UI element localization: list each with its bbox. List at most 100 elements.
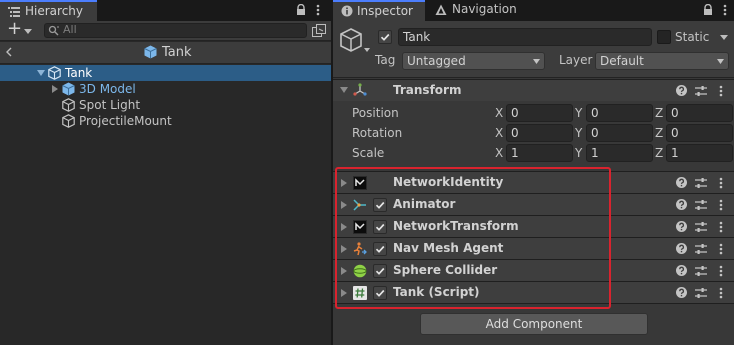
preset-sliders-icon[interactable] (695, 221, 707, 233)
hierarchy-item-label: 3D Model (79, 82, 136, 96)
gameobject-cube-icon (62, 98, 75, 112)
hierarchy-item-label: Tank (65, 66, 93, 80)
help-icon[interactable] (676, 265, 687, 276)
search-input[interactable]: All (44, 23, 307, 38)
active-checkbox[interactable] (378, 30, 392, 44)
preset-sliders-icon[interactable] (695, 199, 707, 211)
gameobject-cube-icon (62, 114, 75, 128)
position-z-field[interactable]: 0 (666, 104, 733, 122)
hierarchy-row-3d-model[interactable]: 3D Model (0, 81, 331, 97)
axis-x-label: X (495, 146, 504, 160)
gameobject-cube-icon (48, 66, 61, 80)
chevron-down-icon[interactable] (720, 35, 728, 40)
tag-label: Tag (375, 53, 396, 67)
chevron-down-icon[interactable] (364, 48, 370, 52)
kebab-menu-icon[interactable] (719, 85, 723, 97)
prefab-cube-icon (62, 82, 75, 96)
preset-sliders-icon[interactable] (695, 243, 707, 255)
hierarchy-item-label: Spot Light (79, 98, 141, 112)
kebab-menu-icon[interactable] (719, 287, 723, 299)
rotation-x-field[interactable]: 0 (506, 124, 573, 142)
axis-y-label: Y (575, 126, 583, 140)
scale-z-field[interactable]: 1 (666, 144, 733, 162)
scale-y-field[interactable]: 1 (586, 144, 653, 162)
tab-inspector[interactable]: Inspector (333, 0, 425, 21)
kebab-menu-icon[interactable] (723, 4, 727, 16)
axis-y-label: Y (575, 106, 583, 120)
object-name-field[interactable]: Tank (398, 28, 652, 46)
field-value: 1 (511, 146, 519, 160)
transform-row-scale: Scale X 1 Y 1 Z 1 (333, 143, 734, 163)
field-value: 0 (511, 126, 519, 140)
kebab-menu-icon[interactable] (719, 177, 723, 189)
axis-x-label: X (495, 106, 504, 120)
hierarchy-row-spot-light[interactable]: Spot Light (0, 97, 331, 113)
scale-x-field[interactable]: 1 (506, 144, 573, 162)
layer-dropdown[interactable]: Default (595, 52, 729, 70)
chevron-down-icon (717, 59, 724, 64)
kebab-menu-icon[interactable] (719, 199, 723, 211)
back-chevron-icon[interactable] (6, 47, 12, 57)
expanded-arrow-icon[interactable] (340, 87, 348, 93)
help-icon[interactable] (676, 85, 687, 96)
search-placeholder: All (63, 23, 77, 36)
search-icon (48, 25, 60, 36)
transform-title: Transform (393, 83, 462, 97)
help-icon[interactable] (676, 243, 687, 254)
hierarchy-item-label: ProjectileMount (79, 114, 172, 128)
lock-icon[interactable] (296, 4, 306, 16)
tag-dropdown[interactable]: Untagged (402, 52, 545, 70)
row-label: Rotation (352, 126, 403, 140)
lock-icon[interactable] (703, 4, 713, 16)
position-y-field[interactable]: 0 (586, 104, 653, 122)
transform-header[interactable]: Transform (333, 79, 734, 101)
transform-icon (353, 83, 367, 97)
help-icon[interactable] (676, 177, 687, 188)
rotation-y-field[interactable]: 0 (586, 124, 653, 142)
kebab-menu-icon[interactable] (719, 243, 723, 255)
scene-visibility-icon[interactable] (312, 24, 326, 37)
field-value: 0 (511, 106, 519, 120)
axis-z-label: Z (655, 106, 664, 120)
hierarchy-row-projectile-mount[interactable]: ProjectileMount (0, 113, 331, 129)
field-value: 1 (671, 146, 679, 160)
row-label: Scale (352, 146, 385, 160)
rotation-z-field[interactable]: 0 (666, 124, 733, 142)
axis-z-label: Z (655, 126, 664, 140)
static-checkbox[interactable] (657, 30, 671, 44)
help-icon[interactable] (676, 221, 687, 232)
expanded-arrow-icon[interactable] (37, 70, 45, 76)
add-object-button[interactable]: + (7, 18, 22, 39)
layer-value: Default (600, 54, 644, 68)
kebab-menu-icon[interactable] (719, 221, 723, 233)
preset-sliders-icon[interactable] (695, 287, 707, 299)
axis-x-label: X (495, 126, 504, 140)
object-name-value: Tank (403, 30, 431, 44)
kebab-menu-icon[interactable] (316, 4, 320, 16)
preset-sliders-icon[interactable] (695, 85, 707, 97)
collapsed-arrow-icon[interactable] (52, 85, 58, 93)
axis-z-label: Z (655, 146, 664, 160)
add-component-button[interactable]: Add Component (420, 313, 648, 335)
transform-row-position: Position X 0 Y 0 Z 0 (333, 103, 734, 123)
help-icon[interactable] (676, 287, 687, 298)
chevron-down-icon (533, 59, 540, 64)
field-value: 0 (671, 106, 679, 120)
hierarchy-row-tank[interactable]: Tank (0, 65, 331, 81)
help-icon[interactable] (676, 199, 687, 210)
preset-sliders-icon[interactable] (695, 265, 707, 277)
field-value: 0 (591, 106, 599, 120)
preset-sliders-icon[interactable] (695, 177, 707, 189)
kebab-menu-icon[interactable] (719, 265, 723, 277)
tab-navigation[interactable]: Navigation (425, 0, 525, 21)
static-label: Static (675, 30, 710, 44)
tag-value: Untagged (407, 54, 466, 68)
field-value: 0 (591, 126, 599, 140)
chevron-down-icon[interactable] (24, 29, 32, 34)
position-x-field[interactable]: 0 (506, 104, 573, 122)
axis-y-label: Y (575, 146, 583, 160)
info-icon (341, 5, 353, 17)
navigation-icon (435, 4, 447, 16)
field-value: 1 (591, 146, 599, 160)
highlight-box (335, 167, 611, 309)
